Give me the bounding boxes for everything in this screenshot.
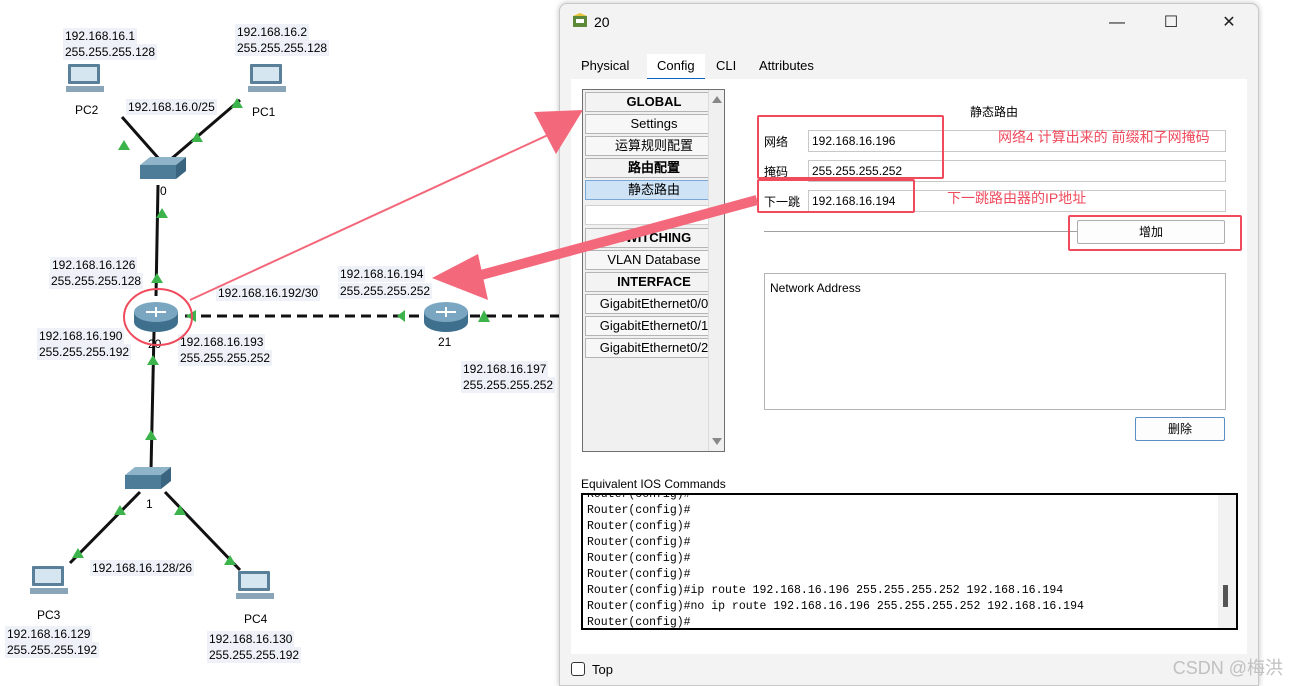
r21-right-mask-label: 255.255.255.252 (461, 377, 556, 393)
router21-name[interactable]: 21 (438, 335, 451, 349)
nav-blank (585, 205, 723, 225)
switch0-name[interactable]: 0 (160, 184, 167, 198)
pc4-mask-label: 255.255.255.192 (207, 647, 302, 663)
r21-right-ip-label: 192.168.16.197 (461, 361, 549, 377)
pc2-name[interactable]: PC2 (75, 103, 98, 117)
ios-commands-console[interactable]: Router(config)# Router(config)# Router(c… (581, 493, 1238, 630)
ios-scroll-thumb[interactable] (1223, 585, 1228, 607)
nav-gig0-1[interactable]: GigabitEthernet0/1 (585, 316, 723, 336)
nav-routing[interactable]: 路由配置 (585, 158, 723, 178)
pc3-mask-label: 255.255.255.192 (5, 642, 100, 658)
pc4-ip-label: 192.168.16.130 (207, 631, 295, 647)
ios-line: Router(config)# (587, 536, 691, 549)
ios-line: Router(config)#ip route 192.168.16.196 2… (587, 584, 1064, 597)
pc2-ip-label: 192.168.16.1 (63, 28, 138, 44)
pc2-mask-label: 255.255.255.128 (63, 44, 158, 60)
net-mid-label: 192.168.16.192/30 (216, 285, 321, 301)
pc1-ip-label: 192.168.16.2 (235, 24, 310, 40)
annotation-nexthop-box (757, 179, 915, 213)
net-top-label: 192.168.16.0/25 (126, 99, 217, 115)
annotation-network-note: 网络4 计算出来的 前缀和子网掩码 (998, 129, 1210, 145)
nav-vlan-database[interactable]: VLAN Database (585, 250, 723, 270)
ios-line: Router(config)# (587, 520, 691, 533)
annotation-network-box (757, 115, 944, 179)
pc1-name[interactable]: PC1 (252, 105, 275, 119)
pc1-mask-label: 255.255.255.128 (235, 40, 330, 56)
r21-left-ip-label: 192.168.16.194 (338, 266, 426, 282)
tab-physical[interactable]: Physical (571, 54, 640, 80)
topology-canvas[interactable]: PC2 PC1 0 20 21 1 PC3 PC4 192.168.16.1 2… (0, 0, 560, 686)
ios-line: Router(config)# (587, 552, 691, 565)
scroll-up-icon[interactable] (712, 96, 722, 103)
link-pc2-switch0 (120, 116, 162, 161)
title-bar[interactable]: 20 — ☐ ✕ (560, 4, 1258, 42)
nav-scrollbar[interactable] (708, 90, 724, 451)
switch1-name[interactable]: 1 (146, 497, 153, 511)
divider (764, 231, 1077, 232)
r20-right-mask-label: 255.255.255.252 (178, 350, 273, 366)
ios-scrollbar[interactable] (1218, 495, 1236, 628)
pc4-name[interactable]: PC4 (244, 612, 267, 626)
nav-switching[interactable]: SWITCHING (585, 228, 723, 248)
nav-algorithm-settings[interactable]: 运算规则配置 (585, 136, 723, 156)
pc3-name[interactable]: PC3 (37, 608, 60, 622)
config-nav-list[interactable]: GLOBAL Settings 运算规则配置 路由配置 静态路由 SWITCHI… (582, 89, 725, 452)
ios-line: Router(config)# (587, 568, 691, 581)
delete-button[interactable]: 删除 (1135, 417, 1225, 441)
ios-line: Router(config)# (587, 493, 691, 501)
nav-global[interactable]: GLOBAL (585, 92, 723, 112)
ios-line: Router(config)# (587, 616, 691, 629)
r20-left-mask-label: 255.255.255.192 (37, 344, 132, 360)
r20-right-ip-label: 192.168.16.193 (178, 334, 266, 350)
ios-line: Router(config)# (587, 504, 691, 517)
r20-left-ip-label: 192.168.16.190 (37, 328, 125, 344)
link-router20-switch1 (149, 331, 156, 471)
watermark: CSDN @梅洪 (1172, 658, 1283, 678)
network-address-list[interactable]: Network Address (764, 273, 1226, 410)
minimize-button[interactable]: — (1094, 10, 1140, 36)
top-label: Top (592, 662, 613, 677)
tab-config[interactable]: Config (647, 54, 705, 80)
r20-top-ip-label: 192.168.16.126 (50, 257, 138, 273)
nav-gig0-2[interactable]: GigabitEthernet0/2 (585, 338, 723, 358)
nav-gig0-0[interactable]: GigabitEthernet0/0 (585, 294, 723, 314)
close-button[interactable]: ✕ (1206, 10, 1252, 36)
ios-line: Router(config)#no ip route 192.168.16.19… (587, 600, 1084, 613)
window-title: 20 (594, 14, 610, 30)
ios-commands-label: Equivalent IOS Commands (581, 477, 726, 491)
r21-left-mask-label: 255.255.255.252 (338, 283, 433, 299)
tab-cli[interactable]: CLI (706, 54, 747, 80)
nav-interface[interactable]: INTERFACE (585, 272, 723, 292)
tab-attributes[interactable]: Attributes (749, 54, 824, 80)
network-address-header: Network Address (770, 281, 861, 295)
annotation-nexthop-note: 下一跳路由器的IP地址 (947, 190, 1087, 206)
packet-tracer-icon (573, 13, 587, 27)
r20-top-mask-label: 255.255.255.128 (49, 273, 144, 289)
nav-static-route[interactable]: 静态路由 (585, 180, 723, 200)
annotation-add-box (1068, 215, 1242, 251)
net-bottom-label: 192.168.16.128/26 (90, 560, 195, 576)
router-config-window: 20 — ☐ ✕ Physical Config CLI Attributes … (559, 3, 1259, 686)
maximize-button[interactable]: ☐ (1148, 10, 1194, 36)
nav-settings[interactable]: Settings (585, 114, 723, 134)
static-route-title: 静态路由 (970, 105, 1019, 119)
top-checkbox[interactable] (571, 662, 585, 676)
router20-name[interactable]: 20 (148, 337, 161, 351)
pc3-ip-label: 192.168.16.129 (5, 626, 93, 642)
scroll-down-icon[interactable] (712, 438, 722, 445)
